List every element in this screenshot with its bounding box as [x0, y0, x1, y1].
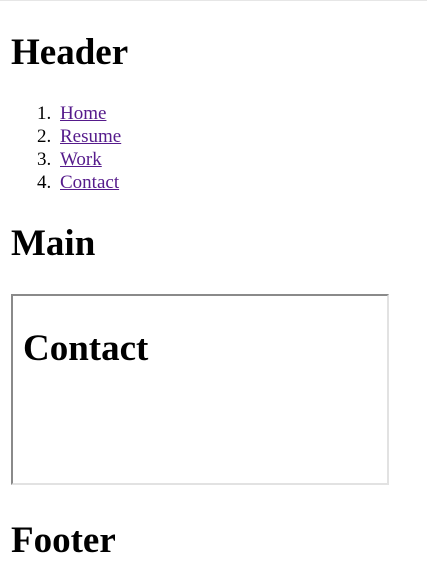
header-title: Header: [11, 32, 129, 73]
nav-link-contact[interactable]: Contact: [60, 172, 119, 193]
nav-item-home: 1. Home: [37, 102, 121, 125]
contact-title: Contact: [23, 328, 149, 369]
nav-item-resume: 2. Resume: [37, 125, 121, 148]
contact-iframe[interactable]: Contact: [11, 294, 389, 485]
nav-item-number: 3.: [37, 149, 52, 170]
nav-item-number: 4.: [37, 172, 52, 193]
nav-link-home[interactable]: Home: [60, 103, 106, 124]
main-title: Main: [11, 223, 96, 264]
nav-link-work[interactable]: Work: [60, 149, 102, 170]
nav-item-number: 1.: [37, 103, 52, 124]
nav-list: 1. Home 2. Resume 3. Work 4. Contact: [11, 102, 121, 194]
footer-title: Footer: [11, 520, 116, 561]
nav-item-number: 2.: [37, 126, 52, 147]
nav-link-resume[interactable]: Resume: [60, 126, 121, 147]
nav-item-contact: 4. Contact: [37, 171, 121, 194]
nav-item-work: 3. Work: [37, 148, 121, 171]
